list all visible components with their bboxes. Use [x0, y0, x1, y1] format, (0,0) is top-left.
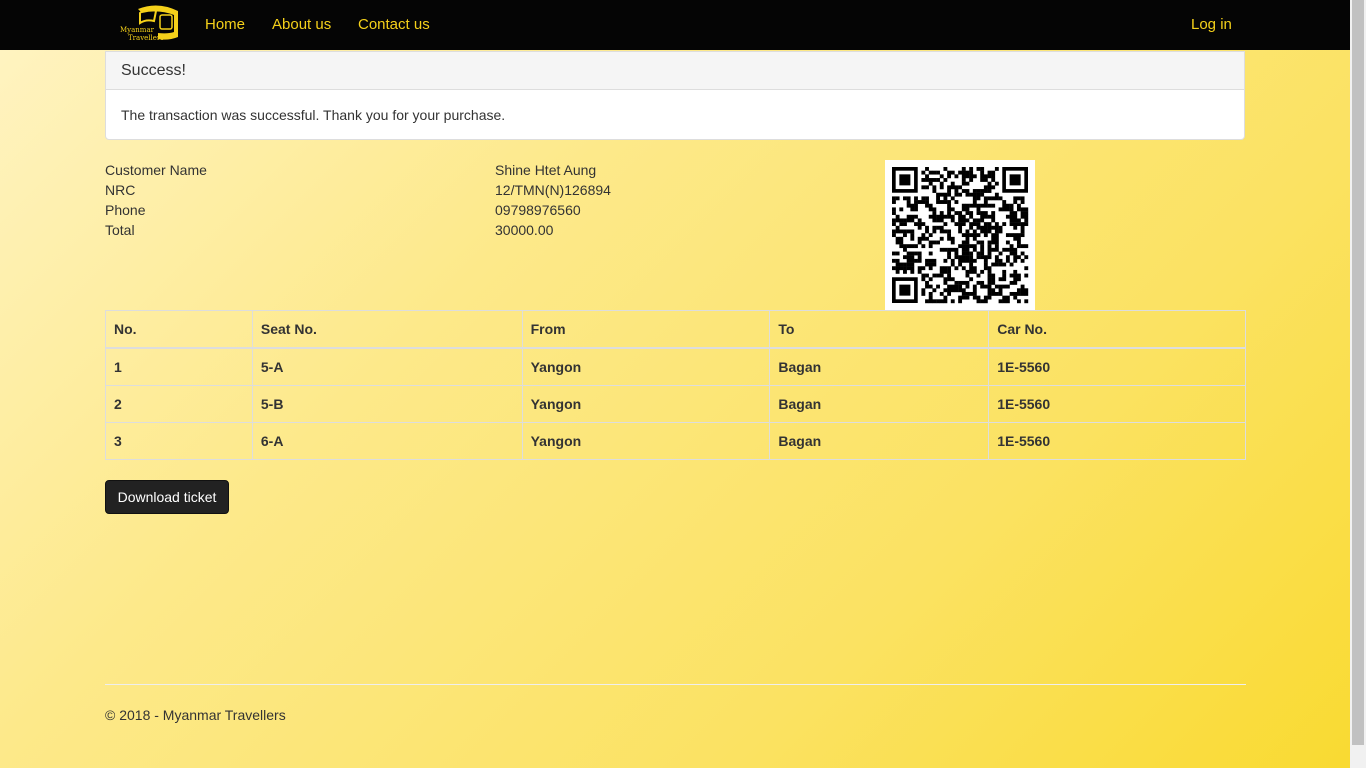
- table-row: 3 6-A Yangon Bagan 1E-5560: [105, 422, 1246, 460]
- cell-seat-no: 6-A: [251, 422, 523, 460]
- header-from: From: [521, 310, 771, 349]
- nav-home-link[interactable]: Home: [205, 16, 245, 33]
- login-link[interactable]: Log in: [1191, 16, 1232, 33]
- nrc-label: NRC: [105, 182, 136, 198]
- download-ticket-button[interactable]: Download ticket: [105, 480, 229, 514]
- footer-divider: [105, 684, 1246, 685]
- success-panel: Success! The transaction was successful.…: [105, 51, 1245, 140]
- cell-from: Yangon: [521, 385, 771, 423]
- footer-copyright: © 2018 - Myanmar Travellers: [105, 707, 286, 723]
- total-value: 30000.00: [495, 222, 554, 238]
- bus-logo[interactable]: Myanmar Travellers: [118, 3, 182, 45]
- cell-car-no: 1E-5560: [988, 422, 1246, 460]
- table-row: 2 5-B Yangon Bagan 1E-5560: [105, 385, 1246, 423]
- cell-to: Bagan: [769, 347, 990, 386]
- table-header-row: No. Seat No. From To Car No.: [105, 310, 1246, 349]
- total-label: Total: [105, 222, 135, 238]
- cell-car-no: 1E-5560: [988, 347, 1246, 386]
- header-seat-no: Seat No.: [251, 310, 523, 349]
- scrollbar-thumb[interactable]: [1352, 0, 1364, 745]
- nav-about-link[interactable]: About us: [272, 16, 331, 33]
- customer-name-value: Shine Htet Aung: [495, 162, 597, 178]
- brand-text-2: Travellers: [128, 34, 164, 42]
- header-no: No.: [105, 310, 253, 349]
- seat-table: No. Seat No. From To Car No. 1 5-A Yango…: [105, 310, 1246, 460]
- cell-to: Bagan: [769, 422, 990, 460]
- cell-to: Bagan: [769, 385, 990, 423]
- nav-contact-link[interactable]: Contact us: [358, 16, 430, 33]
- header-car-no: Car No.: [988, 310, 1246, 349]
- table-row: 1 5-A Yangon Bagan 1E-5560: [105, 347, 1246, 386]
- brand-text-1: Myanmar: [120, 26, 155, 34]
- cell-from: Yangon: [521, 422, 771, 460]
- header-to: To: [769, 310, 990, 349]
- phone-label: Phone: [105, 202, 146, 218]
- phone-value: 09798976560: [495, 202, 581, 218]
- nrc-value: 12/TMN(N)126894: [495, 182, 611, 198]
- cell-from: Yangon: [521, 347, 771, 386]
- navbar: Myanmar Travellers Home About us Contact…: [0, 0, 1350, 50]
- success-message: The transaction was successful. Thank yo…: [121, 107, 506, 123]
- vertical-scrollbar[interactable]: [1350, 0, 1366, 768]
- customer-name-label: Customer Name: [105, 162, 207, 178]
- cell-no: 1: [105, 347, 253, 386]
- cell-no: 3: [105, 422, 253, 460]
- cell-no: 2: [105, 385, 253, 423]
- cell-car-no: 1E-5560: [988, 385, 1246, 423]
- success-title: Success!: [106, 52, 1244, 90]
- cell-seat-no: 5-B: [251, 385, 523, 423]
- qr-code-image: [885, 160, 1035, 310]
- cell-seat-no: 5-A: [251, 347, 523, 386]
